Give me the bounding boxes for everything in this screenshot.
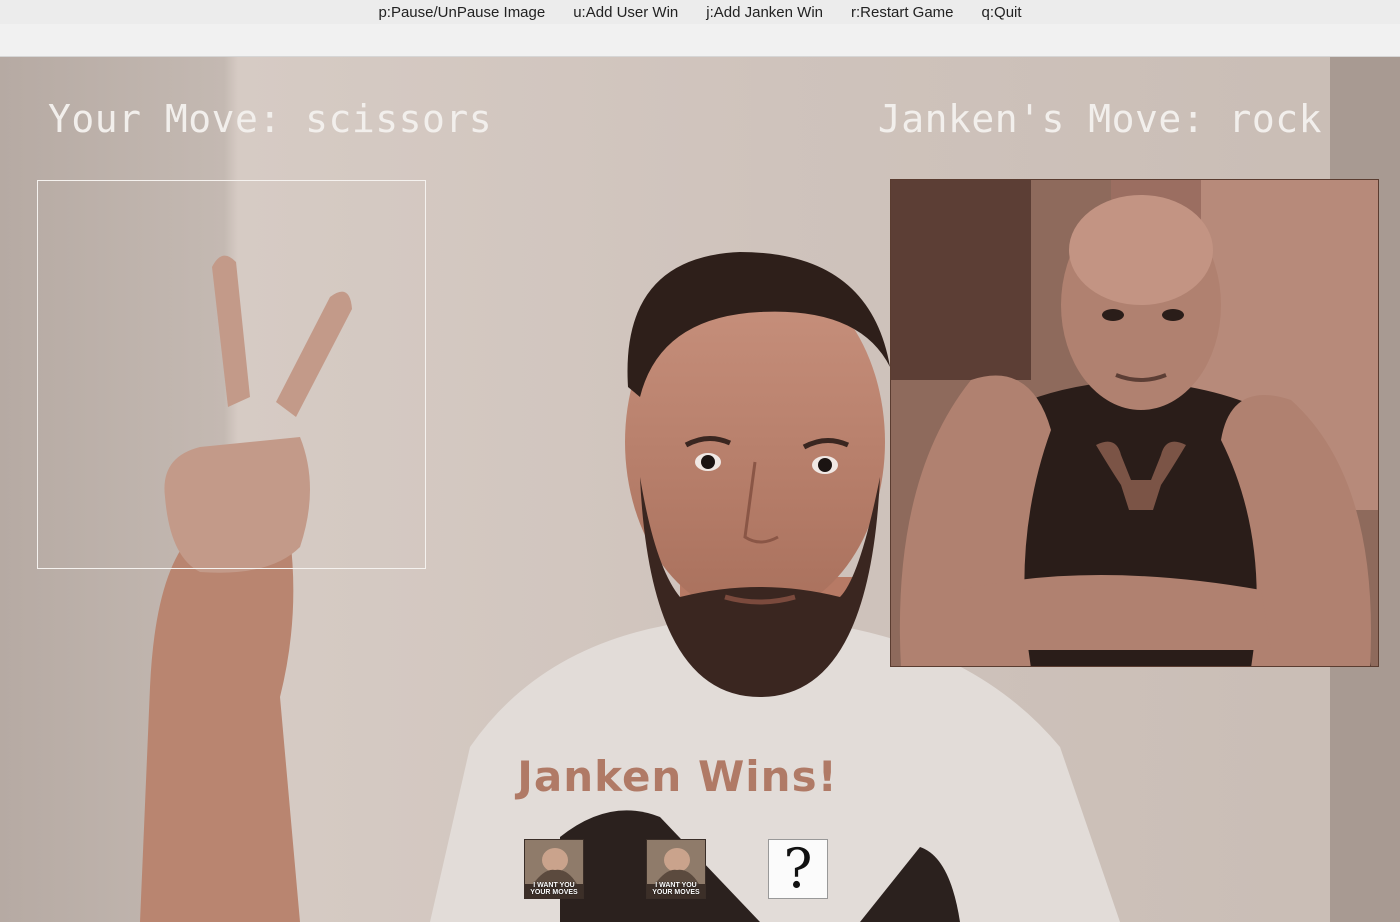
- janken-win-poster-icon: I WANT YOU YOUR MOVES: [524, 839, 584, 899]
- shortcut-restart[interactable]: r:Restart Game: [851, 4, 954, 21]
- question-mark-icon: ?: [768, 839, 828, 899]
- user-move-label: Your Move: scissors: [48, 97, 493, 141]
- janken-win-poster-icon: I WANT YOU YOUR MOVES: [646, 839, 706, 899]
- shortcut-bar: p:Pause/UnPause Image u:Add User Win j:A…: [0, 0, 1400, 24]
- score-tracker: I WANT YOU YOUR MOVES I WANT YOU YOUR MO…: [524, 839, 828, 899]
- shortcut-add-user-win[interactable]: u:Add User Win: [573, 4, 678, 21]
- window-toolbar: [0, 24, 1400, 57]
- janken-move-label: Janken's Move: rock: [877, 97, 1322, 141]
- shortcut-pause[interactable]: p:Pause/UnPause Image: [378, 4, 545, 21]
- round-result-text: Janken Wins!: [517, 752, 838, 801]
- poster-caption: I WANT YOU YOUR MOVES: [530, 882, 578, 896]
- hand-capture-box: [37, 180, 426, 569]
- poster-caption: I WANT YOU YOUR MOVES: [652, 882, 700, 896]
- shortcut-add-janken-win[interactable]: j:Add Janken Win: [706, 4, 823, 21]
- game-view: Your Move: scissors Janken's Move: rock …: [0, 57, 1400, 922]
- shortcut-quit[interactable]: q:Quit: [982, 4, 1022, 21]
- janken-move-image: [890, 179, 1379, 667]
